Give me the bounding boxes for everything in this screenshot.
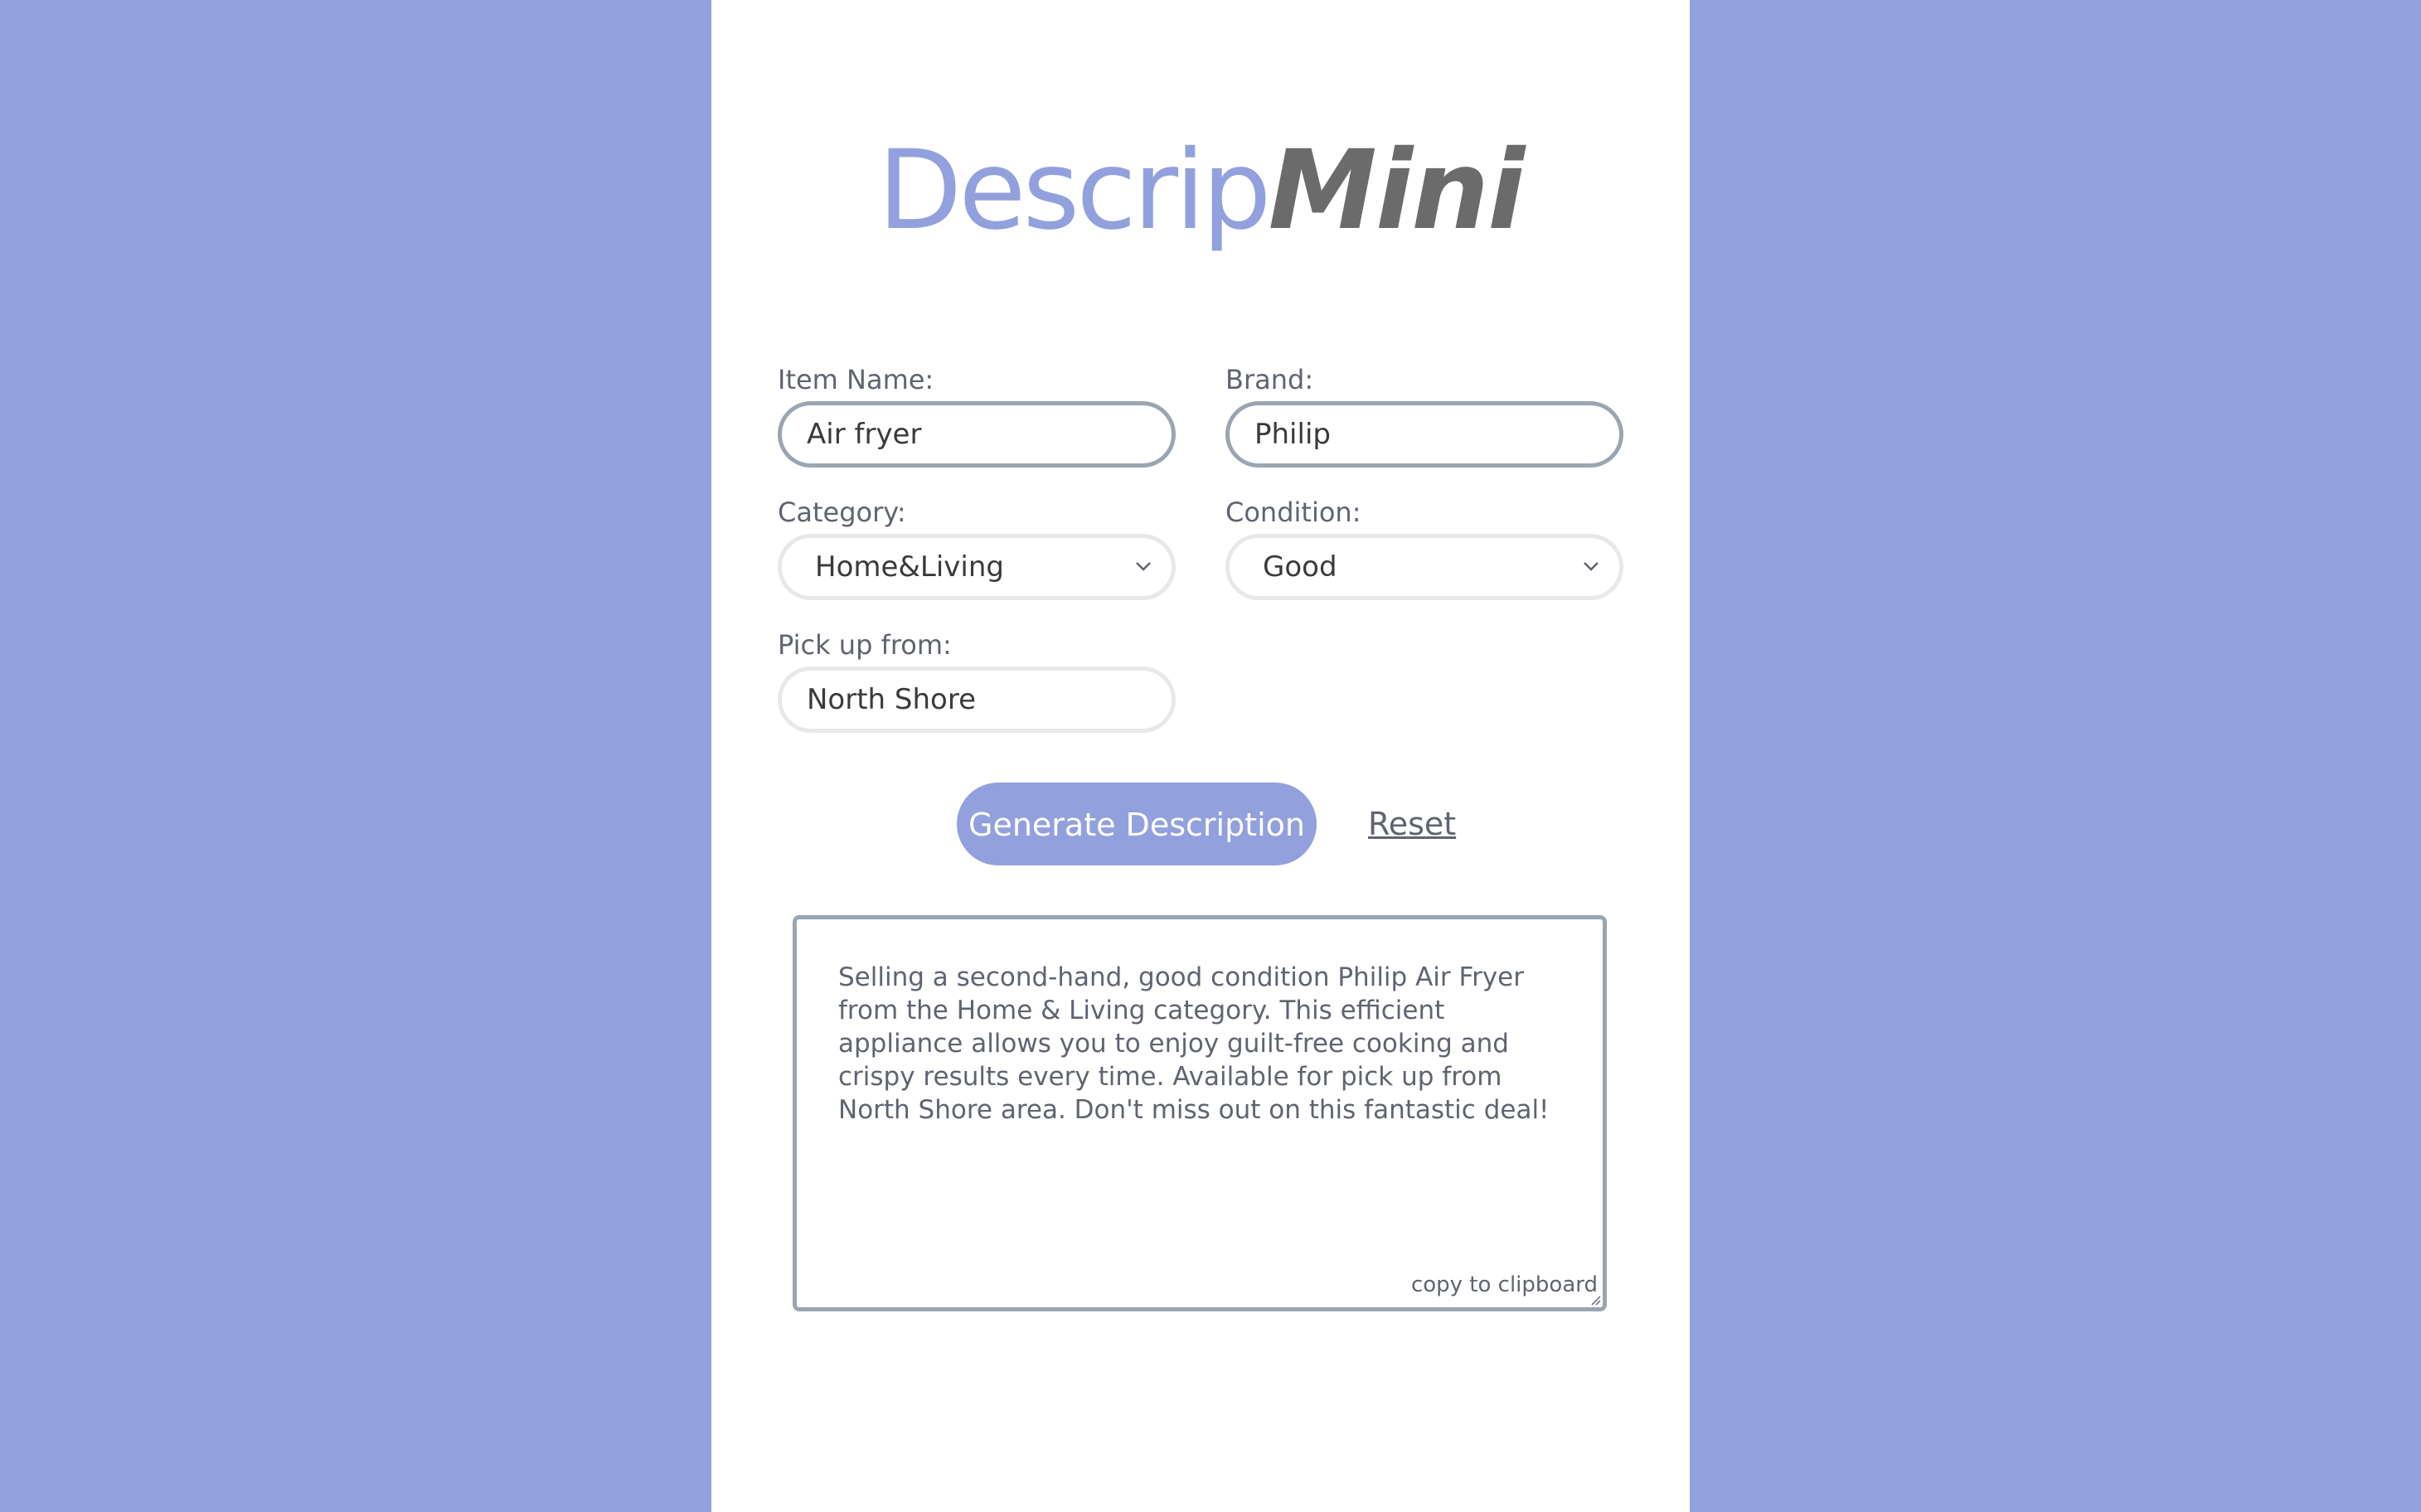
brand-label: Brand: xyxy=(1225,364,1314,395)
resize-handle-icon[interactable] xyxy=(1588,1292,1601,1306)
logo-text-descrip: Descrip xyxy=(877,127,1272,254)
condition-label: Condition: xyxy=(1225,497,1361,528)
pickup-input[interactable] xyxy=(778,666,1176,733)
main-panel: DescripMini Item Name: Brand: Category: … xyxy=(711,0,1690,1512)
app-logo: DescripMini xyxy=(711,124,1690,257)
category-label: Category: xyxy=(778,497,906,528)
brand-input[interactable] xyxy=(1225,401,1623,468)
condition-selected-value: Good xyxy=(1263,550,1337,584)
description-text: Selling a second-hand, good condition Ph… xyxy=(838,962,1550,1125)
item-name-label: Item Name: xyxy=(778,364,934,395)
category-select[interactable]: Home&Living xyxy=(778,534,1176,600)
category-selected-value: Home&Living xyxy=(815,550,1005,584)
description-output[interactable]: Selling a second-hand, good condition Ph… xyxy=(793,915,1607,1311)
generate-description-button[interactable]: Generate Description xyxy=(957,783,1317,865)
item-name-input[interactable] xyxy=(778,401,1176,468)
chevron-down-icon xyxy=(1136,562,1151,571)
reset-link[interactable]: Reset xyxy=(1368,804,1456,844)
condition-select[interactable]: Good xyxy=(1225,534,1623,600)
copy-to-clipboard-link[interactable]: copy to clipboard xyxy=(1411,1271,1598,1299)
pickup-label: Pick up from: xyxy=(778,629,952,661)
logo-text-mini: Mini xyxy=(1268,127,1526,254)
chevron-down-icon xyxy=(1584,562,1599,571)
